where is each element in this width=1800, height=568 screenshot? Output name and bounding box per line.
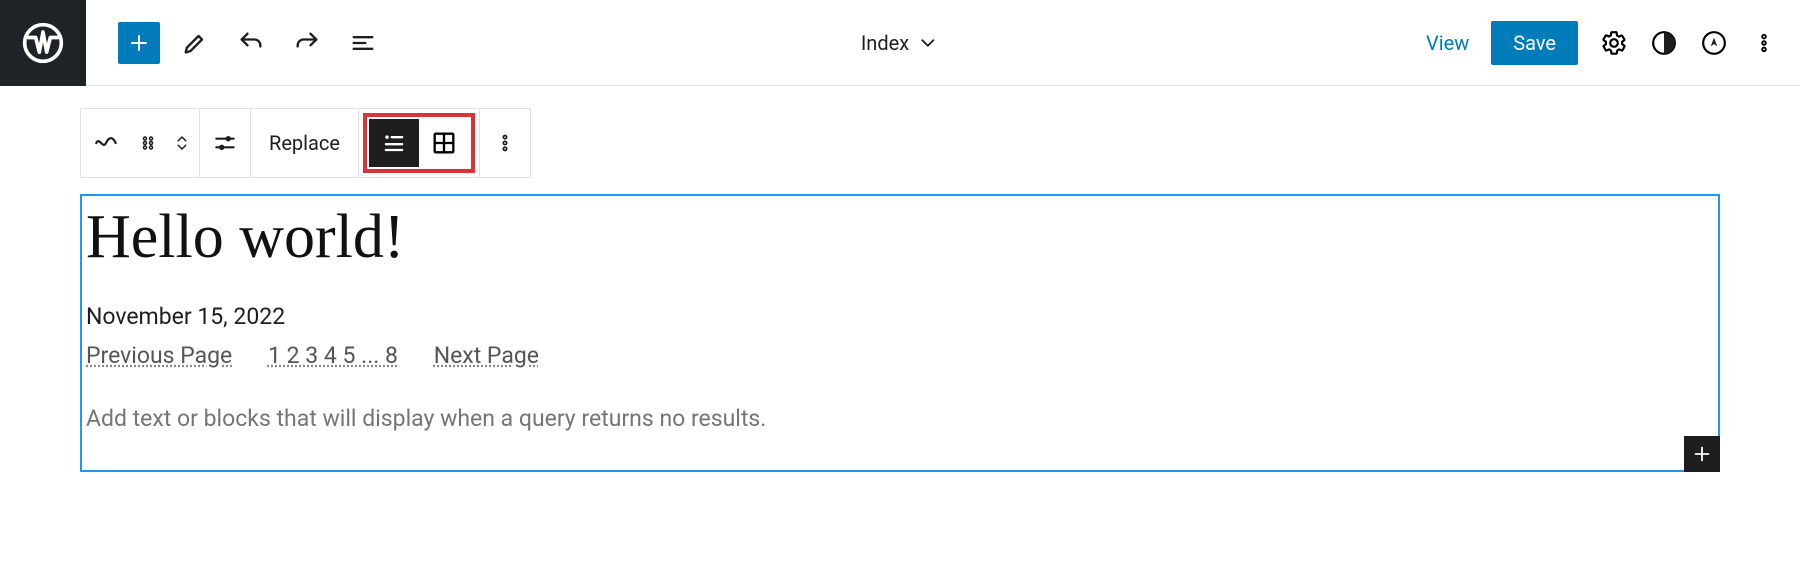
block-toolbar: Replace: [80, 108, 531, 178]
grid-view-toggle[interactable]: [419, 119, 469, 167]
append-block-button[interactable]: [1684, 436, 1720, 472]
navigation-icon[interactable]: [1700, 29, 1728, 57]
topbar-left-controls: [118, 22, 384, 64]
undo-icon[interactable]: [230, 22, 272, 64]
query-loop-block-icon[interactable]: [81, 113, 131, 173]
drag-handle-icon[interactable]: [131, 113, 165, 173]
list-view-toggle[interactable]: [369, 119, 419, 167]
pagination-numbers[interactable]: 1 2 3 4 5 ... 8: [268, 342, 398, 369]
more-options-icon[interactable]: [1750, 29, 1778, 57]
document-overview-icon[interactable]: [342, 22, 384, 64]
display-settings-icon[interactable]: [200, 113, 250, 173]
editor-topbar: Index View Save: [0, 0, 1800, 86]
pagination-block[interactable]: Previous Page 1 2 3 4 5 ... 8 Next Page: [82, 338, 1718, 405]
post-date[interactable]: November 15, 2022: [82, 303, 1718, 338]
pagination-next[interactable]: Next Page: [434, 342, 539, 369]
redo-icon[interactable]: [286, 22, 328, 64]
post-title[interactable]: Hello world!: [82, 196, 1718, 303]
styles-icon[interactable]: [1650, 29, 1678, 57]
view-link[interactable]: View: [1426, 31, 1469, 55]
query-loop-block[interactable]: Hello world! November 15, 2022 Previous …: [80, 194, 1720, 472]
move-up-down-icon[interactable]: [165, 113, 199, 173]
chevron-down-icon: [917, 32, 939, 54]
template-name: Index: [861, 31, 909, 55]
template-selector[interactable]: Index: [861, 31, 939, 55]
no-results-placeholder[interactable]: Add text or blocks that will display whe…: [82, 405, 1718, 442]
edit-tool-icon[interactable]: [174, 22, 216, 64]
replace-button[interactable]: Replace: [251, 113, 358, 173]
topbar-right-controls: View Save: [1426, 21, 1800, 65]
add-block-button[interactable]: [118, 22, 160, 64]
block-more-options-icon[interactable]: [480, 113, 530, 173]
layout-toggle-highlight: [363, 113, 475, 173]
pagination-prev[interactable]: Previous Page: [86, 342, 232, 369]
settings-icon[interactable]: [1600, 29, 1628, 57]
wordpress-logo[interactable]: [0, 0, 86, 86]
save-button[interactable]: Save: [1491, 21, 1578, 65]
